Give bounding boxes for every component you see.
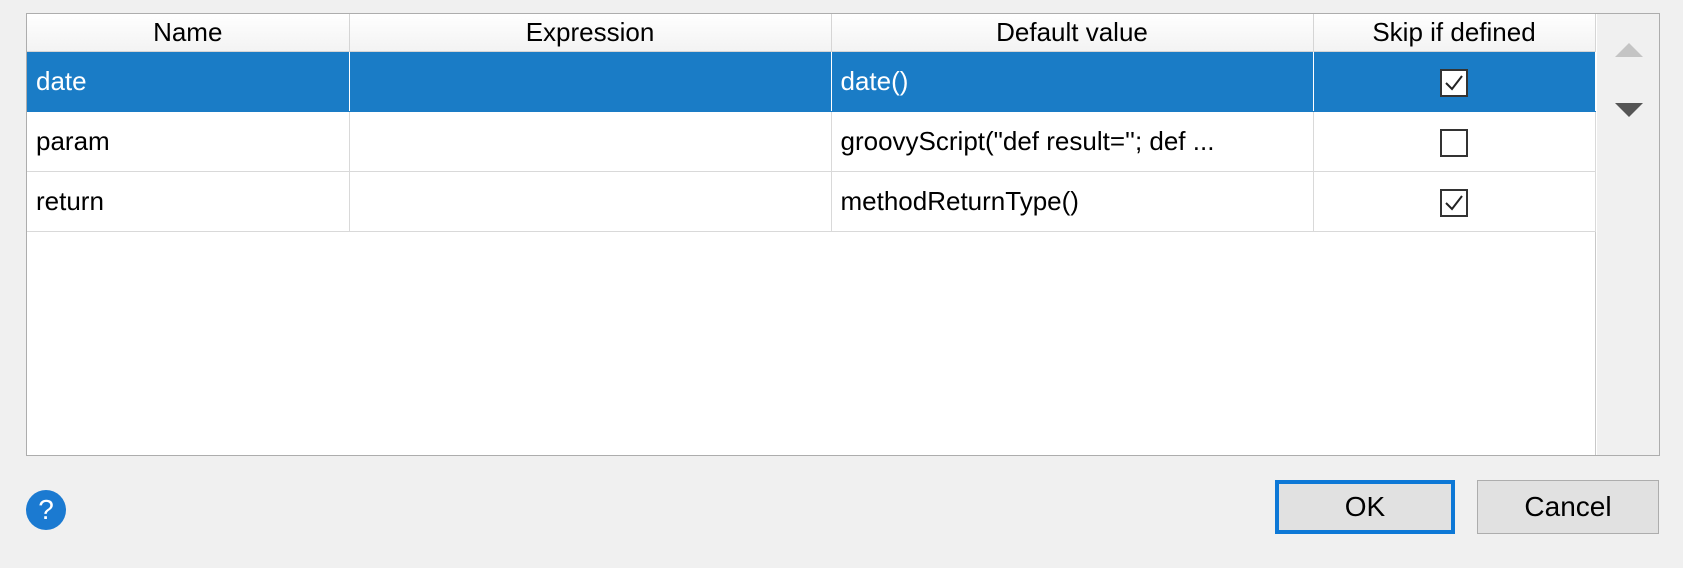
table-row[interactable]: return methodReturnType() — [27, 171, 1596, 232]
column-header-default-value[interactable]: Default value — [831, 14, 1314, 52]
triangle-down-icon — [1615, 103, 1643, 117]
table-row[interactable]: date date() — [27, 51, 1596, 112]
column-header-skip-if-defined[interactable]: Skip if defined — [1313, 14, 1596, 52]
cancel-button[interactable]: Cancel — [1477, 480, 1659, 534]
checkmark-icon — [1445, 195, 1463, 211]
cell-expression[interactable] — [349, 171, 832, 232]
cell-skip-if-defined — [1313, 171, 1596, 232]
cell-default-value[interactable]: methodReturnType() — [831, 171, 1314, 232]
variables-panel: Name Expression Default value Skip if de… — [26, 13, 1660, 456]
variables-table-container: Name Expression Default value Skip if de… — [27, 14, 1596, 455]
table-row[interactable]: param groovyScript("def result=''; def .… — [27, 111, 1596, 172]
column-header-name[interactable]: Name — [27, 14, 350, 52]
cell-expression[interactable] — [349, 111, 832, 172]
cell-expression[interactable] — [349, 51, 832, 112]
row-order-buttons — [1597, 14, 1659, 455]
checkmark-icon — [1445, 75, 1463, 91]
cell-default-value[interactable]: date() — [831, 51, 1314, 112]
move-down-button[interactable] — [1613, 100, 1645, 120]
template-variables-dialog: Name Expression Default value Skip if de… — [0, 0, 1683, 568]
skip-if-defined-checkbox[interactable] — [1440, 129, 1468, 158]
table-header-row: Name Expression Default value Skip if de… — [27, 14, 1596, 52]
cell-skip-if-defined — [1313, 51, 1596, 112]
triangle-up-icon — [1615, 43, 1643, 57]
variables-table: Name Expression Default value Skip if de… — [27, 14, 1596, 232]
skip-if-defined-checkbox[interactable] — [1440, 189, 1468, 218]
cell-default-value[interactable]: groovyScript("def result=''; def ... — [831, 111, 1314, 172]
skip-if-defined-checkbox[interactable] — [1440, 69, 1468, 98]
cell-skip-if-defined — [1313, 111, 1596, 172]
ok-button[interactable]: OK — [1275, 480, 1455, 534]
cell-name[interactable]: param — [27, 111, 350, 172]
cell-name[interactable]: return — [27, 171, 350, 232]
column-header-expression[interactable]: Expression — [349, 14, 832, 52]
move-up-button[interactable] — [1613, 40, 1645, 60]
help-icon[interactable]: ? — [26, 490, 66, 530]
cell-name[interactable]: date — [27, 51, 350, 112]
